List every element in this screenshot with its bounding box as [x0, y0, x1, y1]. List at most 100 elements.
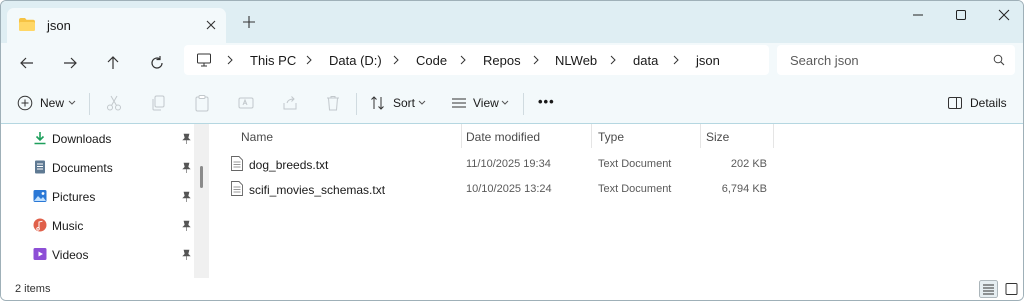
chevron-right-icon[interactable] [226, 55, 234, 65]
breadcrumb-code[interactable]: Code [416, 53, 447, 68]
sidebar-item-documents[interactable]: Documents [1, 155, 201, 179]
divider [89, 93, 90, 115]
breadcrumb-data[interactable]: data [633, 53, 658, 68]
view-label: View [473, 96, 499, 110]
back-arrow-icon[interactable] [17, 53, 37, 73]
breadcrumb-json[interactable]: json [696, 53, 720, 68]
column-header-name[interactable]: Name [241, 130, 273, 144]
pin-icon[interactable] [182, 162, 191, 173]
column-divider[interactable] [773, 124, 774, 148]
pictures-icon [33, 190, 47, 202]
file-date-modified: 11/10/2025 19:34 [466, 158, 551, 170]
file-size: 202 KB [730, 158, 767, 170]
file-type: Text Document [598, 158, 672, 170]
sidebar-item-videos[interactable]: Videos [1, 242, 201, 266]
sort-label: Sort [393, 96, 416, 110]
title-bar: json [1, 1, 1023, 43]
search-box[interactable]: Search json [777, 45, 1015, 75]
pin-icon[interactable] [182, 191, 191, 202]
breadcrumb-this-pc[interactable]: This PC [250, 53, 296, 68]
text-file-icon [231, 181, 243, 196]
close-tab-icon[interactable] [203, 17, 219, 33]
file-list: Name Date modified Type Size dog_breeds.… [209, 124, 1023, 278]
chevron-right-icon[interactable] [305, 55, 313, 65]
breadcrumb-nlweb[interactable]: NLWeb [555, 53, 597, 68]
sort-icon [371, 96, 384, 110]
chevron-right-icon[interactable] [459, 55, 467, 65]
rename-icon[interactable] [237, 94, 255, 112]
table-row[interactable]: scifi_movies_schemas.txt 10/10/2025 13:2… [209, 177, 1023, 201]
sidebar-item-label: Documents [52, 161, 113, 175]
delete-icon[interactable] [324, 94, 342, 112]
sidebar-item-music[interactable]: Music [1, 213, 201, 237]
sidebar-item-label: Videos [52, 248, 89, 262]
column-header-type[interactable]: Type [598, 130, 624, 144]
column-header-size[interactable]: Size [706, 130, 729, 144]
chevron-right-icon[interactable] [532, 55, 540, 65]
tab-json[interactable]: json [7, 8, 226, 43]
sidebar-item-pictures[interactable]: Pictures [1, 184, 201, 208]
file-type: Text Document [598, 183, 672, 195]
sidebar-scroll-thumb[interactable] [200, 166, 203, 188]
sidebar-item-label: Music [52, 219, 84, 233]
column-divider[interactable] [461, 124, 462, 148]
share-icon[interactable] [281, 94, 299, 112]
divider [356, 93, 357, 115]
videos-icon [33, 248, 47, 260]
details-view-icon[interactable] [979, 280, 998, 298]
command-bar: New Sort View ••• Details [1, 83, 1023, 124]
search-icon [993, 54, 1005, 66]
file-name: scifi_movies_schemas.txt [249, 183, 386, 197]
details-label: Details [970, 96, 1007, 110]
up-arrow-icon[interactable] [103, 53, 123, 73]
text-file-icon [231, 156, 243, 171]
pin-icon[interactable] [182, 220, 191, 231]
new-label: New [40, 96, 65, 110]
sidebar-item-label: Pictures [52, 190, 96, 204]
refresh-icon[interactable] [147, 53, 167, 73]
document-icon [35, 160, 45, 174]
file-explorer-window: json This PC Data (D:) Code Repos NLWeb … [0, 0, 1024, 301]
computer-icon [197, 53, 211, 67]
folder-icon [19, 18, 35, 31]
thumbnails-view-icon[interactable] [1002, 280, 1021, 298]
copy-icon[interactable] [149, 94, 167, 112]
pin-icon[interactable] [182, 133, 191, 144]
paste-icon[interactable] [193, 94, 211, 112]
forward-arrow-icon[interactable] [60, 53, 80, 73]
pin-icon[interactable] [182, 249, 191, 260]
more-options-icon: ••• [538, 94, 555, 109]
more-options-button[interactable]: ••• [538, 94, 558, 112]
chevron-down-icon [501, 100, 509, 105]
download-icon [34, 132, 46, 145]
breadcrumb-data-drive[interactable]: Data (D:) [329, 53, 382, 68]
sort-button[interactable]: Sort [370, 94, 428, 112]
chevron-right-icon[interactable] [392, 55, 400, 65]
chevron-down-icon [68, 100, 76, 105]
file-name: dog_breeds.txt [249, 158, 329, 172]
tab-title: json [47, 18, 71, 33]
sidebar-item-label: Downloads [52, 132, 112, 146]
view-button[interactable]: View [451, 94, 511, 112]
view-lines-icon [452, 98, 466, 108]
divider [523, 93, 524, 115]
column-header-date-modified[interactable]: Date modified [466, 130, 540, 144]
cut-icon[interactable] [105, 94, 123, 112]
maximize-icon[interactable] [953, 7, 969, 23]
sidebar-item-downloads[interactable]: Downloads [1, 126, 201, 150]
column-divider[interactable] [591, 124, 592, 148]
minimize-icon[interactable] [910, 7, 926, 23]
chevron-right-icon[interactable] [672, 55, 680, 65]
details-button[interactable]: Details [947, 94, 1011, 112]
address-bar[interactable]: This PC Data (D:) Code Repos NLWeb data … [184, 45, 769, 75]
close-window-icon[interactable] [996, 7, 1012, 23]
table-row[interactable]: dog_breeds.txt 11/10/2025 19:34 Text Doc… [209, 152, 1023, 176]
new-button[interactable]: New [17, 94, 77, 112]
chevron-right-icon[interactable] [609, 55, 617, 65]
breadcrumb-repos[interactable]: Repos [483, 53, 521, 68]
new-tab-icon[interactable] [241, 14, 257, 30]
sidebar-scrollbar[interactable] [194, 124, 209, 278]
chevron-down-icon [418, 100, 426, 105]
navigation-bar: This PC Data (D:) Code Repos NLWeb data … [1, 43, 1023, 83]
column-divider[interactable] [700, 124, 701, 148]
